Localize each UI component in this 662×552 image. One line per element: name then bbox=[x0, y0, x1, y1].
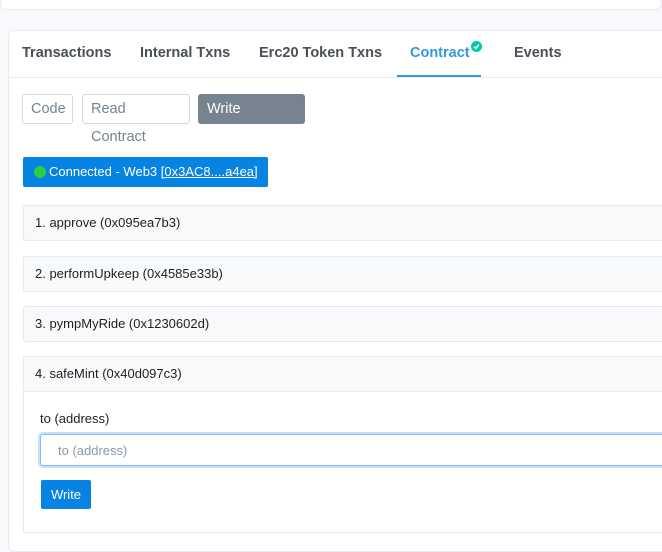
tab-events[interactable]: Events bbox=[514, 45, 562, 61]
write-button[interactable]: Write bbox=[41, 480, 91, 509]
tab-bar: Transactions Internal Txns Erc20 Token T… bbox=[9, 31, 662, 78]
connected-wallet-address[interactable]: [0x3AC8....a4ea] bbox=[161, 164, 258, 179]
connect-web3-button[interactable]: Connected - Web3 [0x3AC8....a4ea] bbox=[23, 157, 268, 187]
tab-transactions[interactable]: Transactions bbox=[22, 45, 111, 61]
to-address-input[interactable] bbox=[40, 434, 662, 466]
tab-erc20-token-txns[interactable]: Erc20 Token Txns bbox=[259, 45, 382, 61]
read-contract-button[interactable]: Read Contract bbox=[82, 94, 190, 145]
connected-status-icon bbox=[34, 166, 46, 178]
write-contract-button[interactable]: Write Contract bbox=[198, 94, 305, 145]
to-address-label: to (address) bbox=[40, 411, 110, 426]
code-button[interactable]: Code bbox=[22, 94, 73, 124]
function-perform-upkeep[interactable]: 2. performUpkeep (0x4585e33b) bbox=[23, 256, 662, 292]
verified-check-icon bbox=[471, 41, 482, 52]
connection-status: Connected - Web3 bbox=[49, 164, 158, 179]
function-safe-mint[interactable]: 4. safeMint (0x40d097c3) bbox=[23, 356, 662, 392]
contract-card: Transactions Internal Txns Erc20 Token T… bbox=[8, 30, 662, 552]
function-pymp-my-ride[interactable]: 3. pympMyRide (0x1230602d) bbox=[23, 306, 662, 342]
previous-card bbox=[0, 0, 662, 10]
active-tab-indicator bbox=[397, 75, 481, 77]
tab-contract[interactable]: Contract bbox=[410, 45, 470, 61]
tab-internal-txns[interactable]: Internal Txns bbox=[140, 45, 230, 61]
function-approve[interactable]: 1. approve (0x095ea7b3) bbox=[23, 205, 662, 241]
